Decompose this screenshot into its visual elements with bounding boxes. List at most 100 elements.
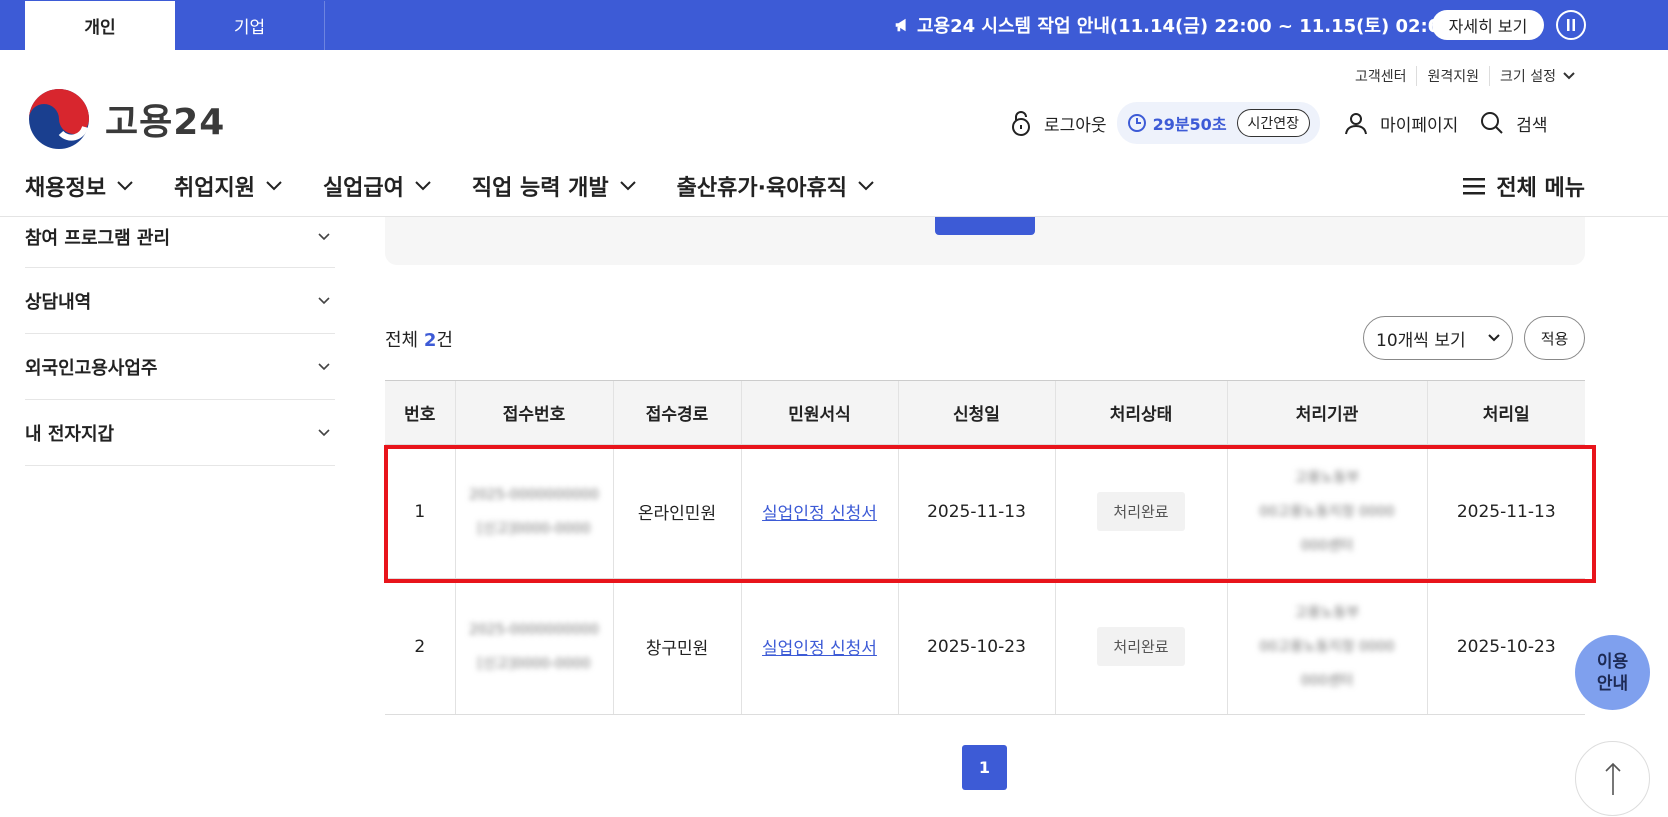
gnb-item-parental-leave[interactable]: 출산휴가·육아휴직 (677, 170, 875, 202)
search-panel (385, 217, 1585, 265)
chevron-down-icon (117, 181, 133, 191)
search-submit-button[interactable] (935, 217, 1035, 235)
receipt-number: 2025-0000000000 [신고]0000-0000 (454, 444, 613, 579)
sidebar-item-consultation-history[interactable]: 상담내역 (25, 268, 335, 334)
tab-personal[interactable]: 개인 (25, 1, 175, 50)
apply-button[interactable]: 적용 (1524, 316, 1585, 360)
scroll-top-button[interactable] (1575, 741, 1650, 816)
agency-line: 000센터 (1300, 672, 1354, 689)
column-header: 민원서식 (740, 380, 898, 445)
chevron-down-icon (318, 362, 330, 370)
receipt-line: [신고]0000-0000 (477, 655, 591, 672)
receipt-line: [신고]0000-0000 (477, 520, 591, 537)
form-link[interactable]: 실업인정 신청서 (762, 639, 877, 659)
chevron-down-icon (858, 181, 874, 191)
timer-text: 29분50초 (1152, 115, 1227, 134)
column-header: 신청일 (897, 380, 1055, 445)
sidebar-item-label: 상담내역 (25, 291, 92, 313)
usage-guide-button[interactable]: 이용 안내 (1575, 635, 1650, 710)
lock-icon (1012, 111, 1030, 136)
notice-detail-button[interactable]: 자세히 보기 (1432, 10, 1544, 40)
mypage-label: 마이페이지 (1380, 115, 1459, 136)
megaphone-icon (895, 18, 906, 32)
logo-text: 고용24 (105, 102, 226, 143)
sidebar-item-program-management[interactable]: 참여 프로그램 관리 (25, 206, 335, 268)
column-header: 처리기관 (1226, 380, 1427, 445)
mypage-link[interactable]: 마이페이지 (1344, 111, 1458, 136)
main-navigation: 채용정보 취업지원 실업급여 직업 능력 개발 출산휴가·육아휴직 (25, 170, 915, 202)
chevron-down-icon (318, 232, 330, 240)
gnb-label: 실업급여 (322, 176, 404, 201)
sidebar-item-e-wallet[interactable]: 내 전자지갑 (25, 400, 335, 466)
site-logo[interactable]: 고용24 (27, 87, 225, 151)
table-header-row: 번호 접수번호 접수경로 민원서식 신청일 처리상태 처리기관 처리일 (385, 380, 1585, 445)
per-page-value: 10개씩 보기 (1376, 330, 1466, 351)
table-row: 1 2025-0000000000 [신고]0000-0000 온라인민원 실업인… (385, 444, 1585, 579)
search-icon (1481, 112, 1503, 134)
utility-links: 고객센터 원격지원 크기 설정 (1345, 66, 1586, 86)
gnb-item-vocational-training[interactable]: 직업 능력 개발 (472, 170, 637, 202)
receipt-route: 온라인민원 (612, 444, 741, 579)
extend-session-button[interactable]: 시간연장 (1236, 109, 1311, 137)
logout-button[interactable]: 로그아웃 (1010, 110, 1107, 136)
applied-date: 2025-10-23 (897, 578, 1055, 715)
gnb-item-jobs[interactable]: 채용정보 (25, 170, 134, 202)
gnb-item-employment-support[interactable]: 취업지원 (174, 170, 283, 202)
form-cell: 실업인정 신청서 (740, 444, 898, 579)
receipt-line: 2025-0000000000 (469, 621, 599, 638)
gnb-label: 직업 능력 개발 (471, 176, 609, 201)
status-badge: 처리완료 (1097, 492, 1185, 531)
gnb-label: 채용정보 (25, 176, 106, 201)
remote-support-link[interactable]: 원격지원 (1416, 66, 1489, 86)
form-link[interactable]: 실업인정 신청서 (762, 504, 877, 524)
column-header: 접수경로 (612, 380, 741, 445)
all-menu-label: 전체 메뉴 (1496, 176, 1585, 201)
system-notice[interactable]: 고용24 시스템 작업 안내(11.14(금) 22:00 ~ 11.15(토)… (893, 12, 1461, 38)
status-badge: 처리완료 (1097, 627, 1185, 666)
receipt-line: 2025-0000000000 (469, 486, 599, 503)
pagination-page-1[interactable]: 1 (962, 745, 1007, 790)
sidebar-item-foreign-employer[interactable]: 외국인고용사업주 (25, 334, 335, 400)
guide-label-line2: 안내 (1596, 673, 1629, 694)
per-page-select[interactable]: 10개씩 보기 (1363, 316, 1513, 360)
agency-line: 00고용노동지청 0000 (1259, 638, 1395, 655)
table-row: 2 2025-0000000000 [신고]0000-0000 창구민원 실업인정… (385, 578, 1585, 715)
receipt-number: 2025-0000000000 [신고]0000-0000 (454, 578, 613, 715)
agency-line: 00고용노동지청 0000 (1259, 503, 1395, 520)
pause-icon (1567, 19, 1575, 31)
tab-company[interactable]: 기업 (175, 1, 325, 50)
processed-date: 2025-10-23 (1426, 578, 1585, 715)
gnb-item-unemployment-benefits[interactable]: 실업급여 (323, 170, 432, 202)
all-menu-button[interactable]: 전체 메뉴 (1462, 170, 1585, 202)
search-button[interactable]: 검색 (1480, 111, 1548, 136)
chevron-down-icon (318, 428, 330, 436)
row-number: 2 (385, 578, 455, 715)
notice-text: 고용24 시스템 작업 안내(11.14(금) 22:00 ~ 11.15(토)… (917, 16, 1461, 37)
auth-area: 로그아웃 29분50초 시간연장 마이페이지 검색 (1010, 102, 1548, 144)
customer-center-link[interactable]: 고객센터 (1345, 66, 1417, 86)
gnb-label: 취업지원 (173, 176, 255, 201)
chevron-down-icon (318, 296, 330, 304)
receipt-route: 창구민원 (612, 578, 741, 715)
sidebar: 참여 프로그램 관리 상담내역 외국인고용사업주 내 전자지갑 (25, 206, 335, 466)
pause-button[interactable] (1556, 10, 1586, 40)
clock-icon (1127, 114, 1146, 132)
session-timer: 29분50초 시간연장 (1116, 102, 1321, 144)
total-prefix: 전체 (385, 330, 419, 351)
font-size-setting[interactable]: 크기 설정 (1489, 66, 1586, 86)
logout-label: 로그아웃 (1044, 115, 1107, 136)
form-cell: 실업인정 신청서 (740, 578, 898, 715)
column-header: 처리상태 (1054, 380, 1227, 445)
agency-line: 000센터 (1300, 537, 1354, 554)
agency-cell: 고용노동부 00고용노동지청 0000 000센터 (1226, 444, 1427, 579)
status-cell: 처리완료 (1054, 578, 1227, 715)
total-number: 2 (423, 330, 437, 351)
chevron-down-icon (619, 181, 636, 191)
taegeuk-logo-icon (29, 89, 89, 149)
processed-date: 2025-11-13 (1426, 444, 1585, 579)
sidebar-item-label: 내 전자지갑 (25, 423, 115, 445)
status-cell: 처리완료 (1054, 444, 1227, 579)
top-bar: 개인 기업 고용24 시스템 작업 안내(11.14(금) 22:00 ~ 11… (0, 0, 1668, 50)
hamburger-icon (1463, 178, 1486, 195)
chevron-down-icon (1488, 334, 1500, 342)
